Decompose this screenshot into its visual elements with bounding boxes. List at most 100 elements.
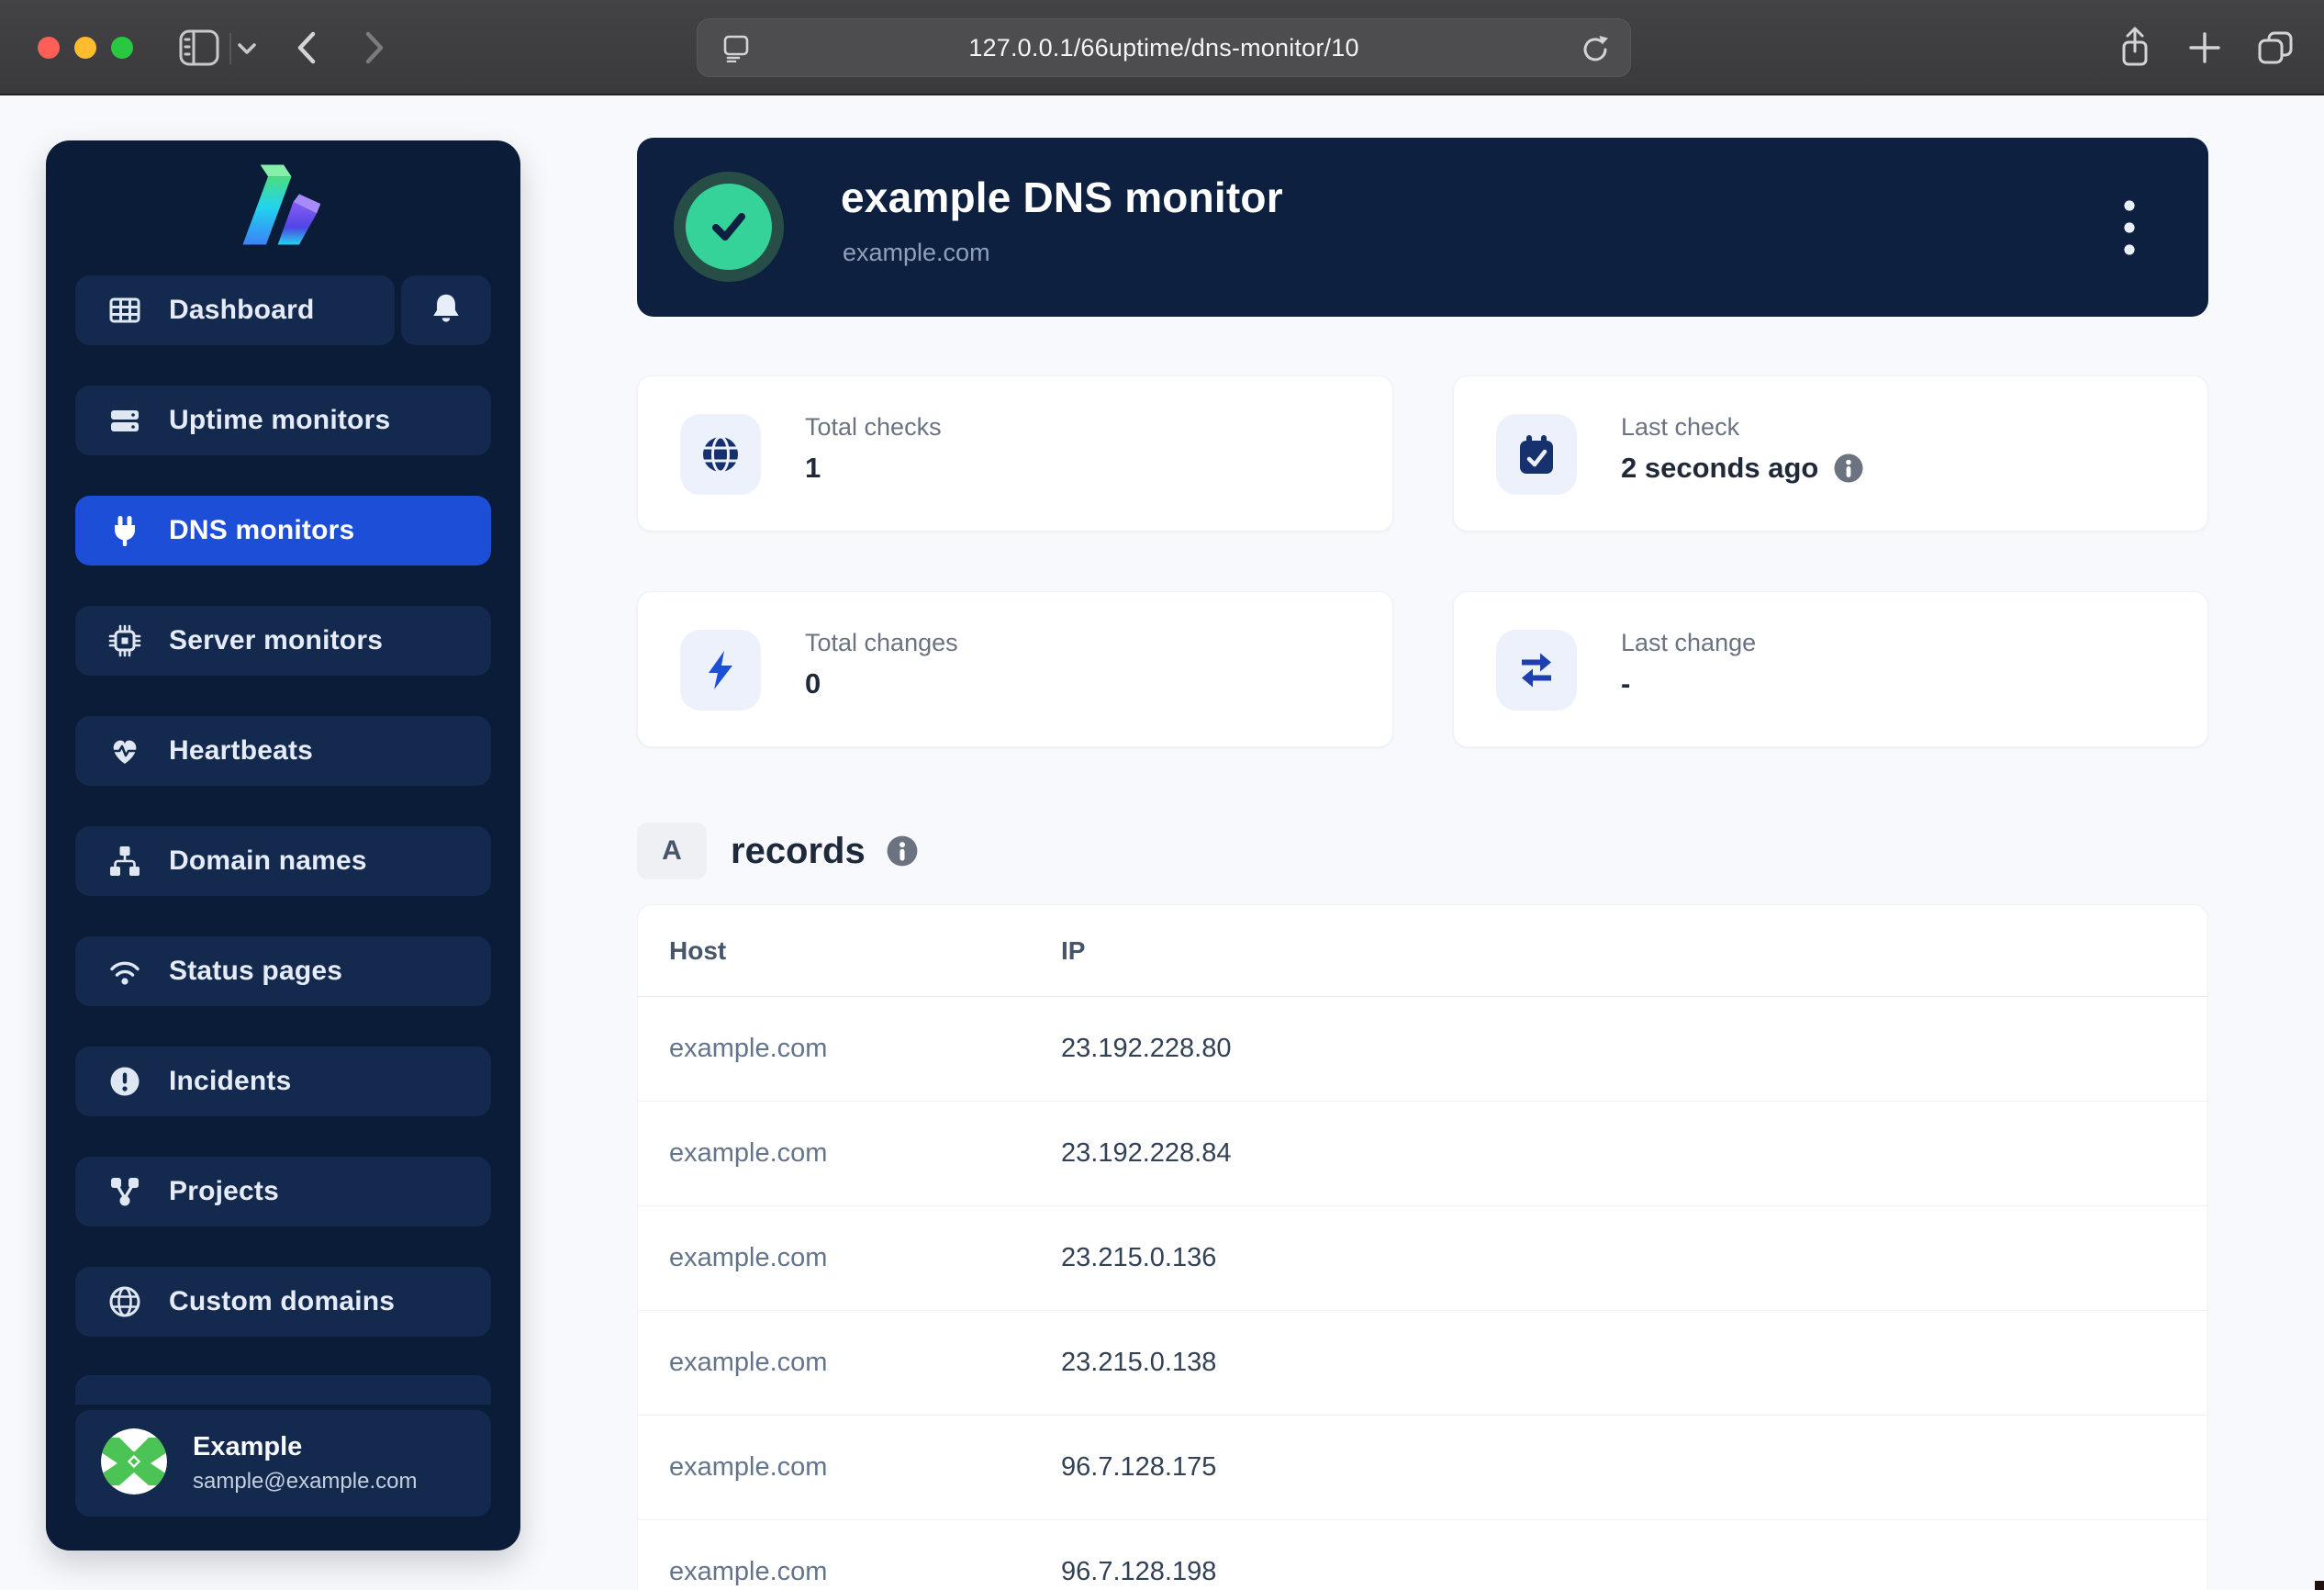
sidebar-item-dns-monitors[interactable]: DNS monitors <box>75 496 491 565</box>
wifi-icon <box>106 954 143 989</box>
ip-cell: 23.215.0.138 <box>1061 1348 1216 1378</box>
toolbar-separator <box>229 33 231 64</box>
address-bar[interactable]: 127.0.0.1/66uptime/dns-monitor/10 <box>697 18 1631 77</box>
stat-label: Total checks <box>805 413 942 442</box>
reload-icon[interactable] <box>1581 34 1610 63</box>
plug-icon <box>106 513 143 548</box>
bell-icon <box>430 291 463 330</box>
host-cell: example.com <box>669 1452 827 1483</box>
ip-cell: 23.192.228.80 <box>1061 1034 1231 1064</box>
ip-cell: 23.215.0.136 <box>1061 1243 1216 1273</box>
info-icon[interactable] <box>886 834 919 868</box>
tabs-overview-icon[interactable] <box>2254 28 2296 68</box>
monitor-header-card: example DNS monitor example.com <box>637 138 2208 317</box>
stat-label: Last check <box>1621 413 1739 442</box>
screen-corner-artifact <box>2315 1581 2324 1590</box>
sidebar: Dashboard Uptime monitors <box>46 140 520 1551</box>
sidebar-item-partial <box>75 1375 491 1405</box>
host-cell: example.com <box>669 1557 827 1587</box>
sidebar-item-status-pages[interactable]: Status pages <box>75 936 491 1006</box>
swap-arrows-icon <box>1496 630 1577 711</box>
table-row: example.com 96.7.128.198 <box>638 1520 2207 1590</box>
status-up-badge <box>674 172 784 282</box>
stat-value: - <box>1621 667 1630 700</box>
records-table: Host IP example.com 23.192.228.80 exampl… <box>637 904 2208 1590</box>
stat-card-total-checks: Total checks 1 <box>637 375 1393 532</box>
sidebar-item-label: Projects <box>169 1176 279 1207</box>
globe-icon <box>106 1284 143 1319</box>
records-title: records <box>731 831 866 872</box>
new-tab-icon[interactable] <box>2186 29 2223 66</box>
sidebar-item-heartbeats[interactable]: Heartbeats <box>75 716 491 786</box>
user-profile[interactable]: Example sample@example.com <box>75 1410 491 1517</box>
share-icon[interactable] <box>2115 26 2155 70</box>
stat-value: 2 seconds ago <box>1621 452 1818 485</box>
sidebar-item-uptime-monitors[interactable]: Uptime monitors <box>75 386 491 455</box>
window-minimize-button[interactable] <box>74 37 96 59</box>
sidebar-item-server-monitors[interactable]: Server monitors <box>75 606 491 676</box>
exclamation-circle-icon <box>106 1064 143 1099</box>
sidebar-item-domain-names[interactable]: Domain names <box>75 826 491 896</box>
bolt-icon <box>680 630 761 711</box>
window-close-button[interactable] <box>38 37 60 59</box>
browser-toolbar: 127.0.0.1/66uptime/dns-monitor/10 <box>0 0 2324 95</box>
table-header-row: Host IP <box>638 905 2207 997</box>
stat-label: Total changes <box>805 629 958 657</box>
user-email: sample@example.com <box>193 1469 417 1495</box>
stat-value: 0 <box>805 667 821 700</box>
sidebar-item-label: Uptime monitors <box>169 405 390 436</box>
sidebar-item-label: Custom domains <box>169 1286 395 1317</box>
avatar <box>101 1428 167 1499</box>
check-circle-icon <box>686 184 772 270</box>
calendar-check-icon <box>1496 414 1577 495</box>
table-row: example.com 23.215.0.138 <box>638 1311 2207 1416</box>
chevron-down-icon[interactable] <box>237 42 257 55</box>
ip-cell: 96.7.128.198 <box>1061 1557 1216 1587</box>
window-zoom-button[interactable] <box>111 37 133 59</box>
monitor-hostname: example.com <box>843 239 990 267</box>
table-row: example.com 96.7.128.175 <box>638 1416 2207 1520</box>
app-logo <box>46 162 520 247</box>
host-cell: example.com <box>669 1348 827 1378</box>
column-header-ip: IP <box>1061 936 1085 966</box>
cpu-icon <box>106 623 143 658</box>
sidebar-item-dashboard[interactable]: Dashboard <box>75 275 395 345</box>
user-name: Example <box>193 1432 417 1462</box>
globe-icon <box>680 414 761 495</box>
stat-card-last-change: Last change - <box>1453 591 2208 747</box>
column-header-host: Host <box>669 936 726 966</box>
sidebar-item-label: Server monitors <box>169 625 383 656</box>
sidebar-item-custom-domains[interactable]: Custom domains <box>75 1267 491 1337</box>
stat-card-last-check: Last check 2 seconds ago <box>1453 375 2208 532</box>
sidebar-toggle-icon[interactable] <box>178 28 220 67</box>
heart-pulse-icon <box>106 733 143 768</box>
sidebar-item-label: Incidents <box>169 1066 292 1097</box>
sidebar-item-label: Dashboard <box>169 295 315 326</box>
share-nodes-icon <box>106 1174 143 1209</box>
ip-cell: 96.7.128.175 <box>1061 1452 1216 1483</box>
sitemap-icon <box>106 844 143 879</box>
notifications-button[interactable] <box>401 275 491 345</box>
host-cell: example.com <box>669 1034 827 1064</box>
sidebar-item-label: Heartbeats <box>169 735 313 767</box>
forward-button[interactable] <box>362 30 387 65</box>
stat-value: 1 <box>805 452 821 485</box>
host-cell: example.com <box>669 1138 827 1169</box>
host-cell: example.com <box>669 1243 827 1273</box>
back-button[interactable] <box>294 30 319 65</box>
ip-cell: 23.192.228.84 <box>1061 1138 1231 1169</box>
url-text: 127.0.0.1/66uptime/dns-monitor/10 <box>698 34 1630 62</box>
info-icon[interactable] <box>1833 453 1864 484</box>
sidebar-item-projects[interactable]: Projects <box>75 1157 491 1226</box>
sidebar-item-label: DNS monitors <box>169 515 354 546</box>
records-section-header: A records <box>637 823 919 879</box>
sidebar-item-incidents[interactable]: Incidents <box>75 1047 491 1116</box>
grid-icon <box>106 293 143 328</box>
server-icon <box>106 403 143 438</box>
sidebar-item-label: Domain names <box>169 845 367 877</box>
sidebar-item-label: Status pages <box>169 956 342 987</box>
stat-label: Last change <box>1621 629 1756 657</box>
screen: 127.0.0.1/66uptime/dns-monitor/10 <box>0 0 2324 1590</box>
monitor-menu-button[interactable] <box>2104 178 2155 277</box>
table-row: example.com 23.192.228.80 <box>638 997 2207 1102</box>
